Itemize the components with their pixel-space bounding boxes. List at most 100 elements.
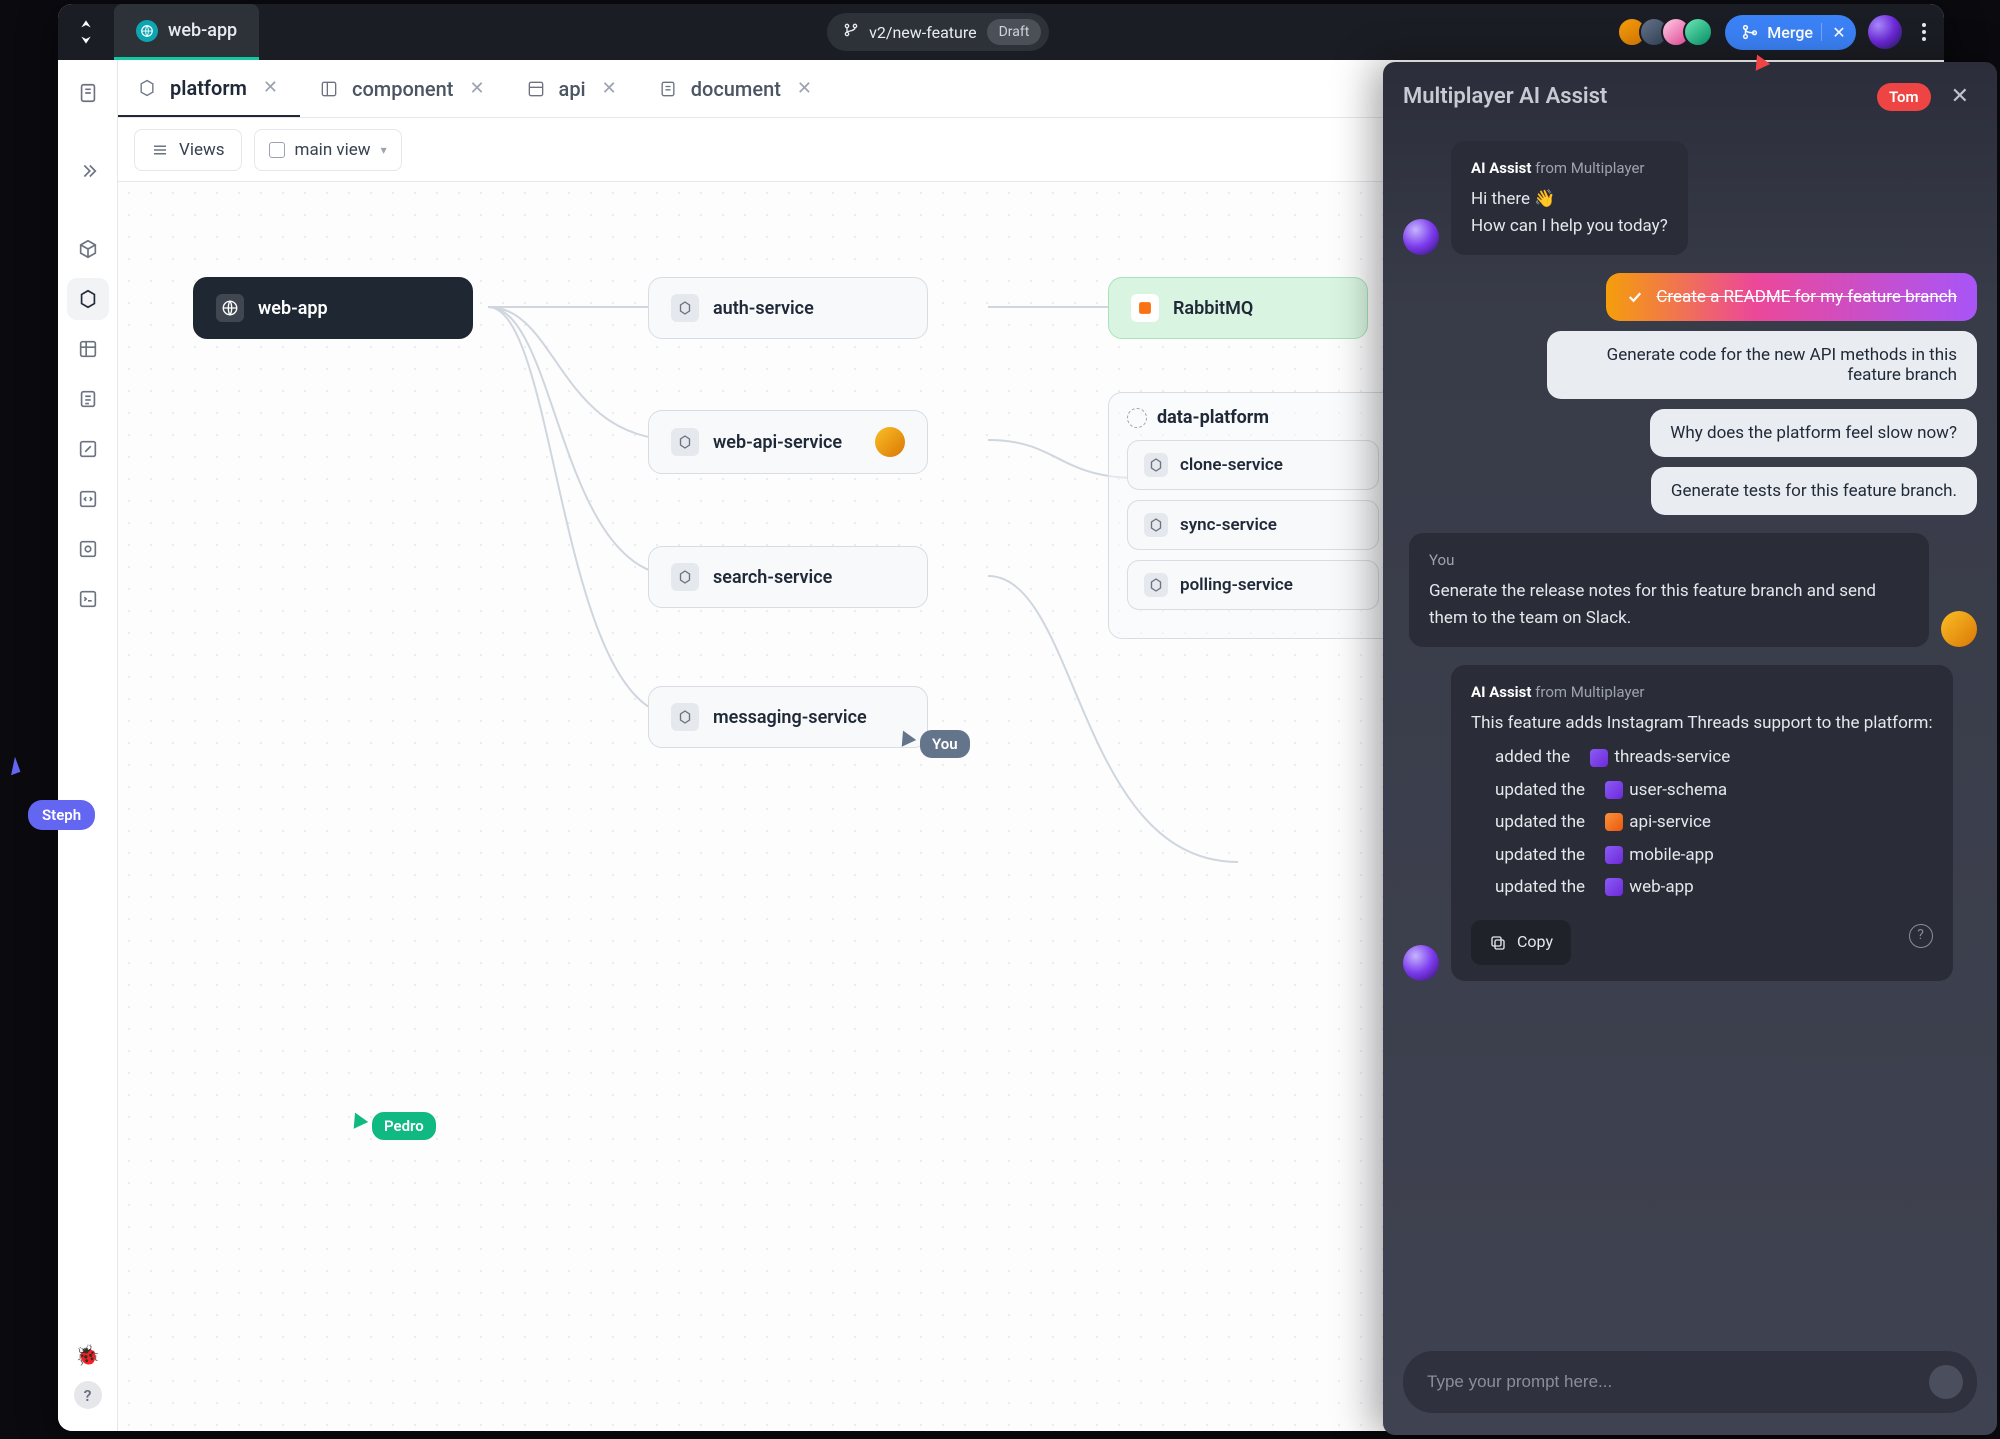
cursor-label: You (920, 730, 970, 758)
node-label: search-service (713, 567, 832, 588)
send-button[interactable] (1929, 1365, 1963, 1399)
prompt-input[interactable] (1427, 1372, 1929, 1392)
app-tab[interactable]: web-app (114, 4, 259, 60)
app-tab-title: web-app (168, 20, 237, 41)
rail-component-icon[interactable] (67, 328, 109, 370)
service-icon (1144, 453, 1168, 477)
rail-hexagon-icon[interactable] (67, 278, 109, 320)
chip-label: Create a README for my feature branch (1656, 287, 1957, 307)
file-tab-api[interactable]: api ✕ (507, 60, 639, 117)
node-polling-service[interactable]: polling-service (1127, 560, 1379, 610)
branch-name: v2/new-feature (869, 23, 976, 42)
node-auth-service[interactable]: auth-service (648, 277, 928, 339)
node-clone-service[interactable]: clone-service (1127, 440, 1379, 490)
close-icon[interactable]: ✕ (793, 74, 816, 103)
close-icon[interactable]: ✕ (465, 74, 488, 103)
file-tab-document[interactable]: document ✕ (639, 60, 834, 117)
app-logo-icon[interactable] (68, 14, 104, 50)
globe-icon (216, 294, 244, 322)
chip-label: Generate code for the new API methods in… (1607, 345, 1957, 385)
from-name: AI Assist (1471, 683, 1531, 701)
file-icon (1605, 781, 1623, 799)
release-item: updated the web-app (1495, 874, 1933, 900)
service-icon (671, 428, 699, 456)
file-icon (1590, 749, 1608, 767)
service-icon (671, 703, 699, 731)
from-suffix: from Multiplayer (1535, 159, 1644, 177)
avatar[interactable] (1683, 17, 1713, 47)
node-label: web-app (258, 298, 328, 319)
node-search-service[interactable]: search-service (648, 546, 928, 608)
node-sync-service[interactable]: sync-service (1127, 500, 1379, 550)
cursor-pedro: Pedro (350, 1112, 436, 1140)
merge-button[interactable]: Merge ✕ (1725, 15, 1856, 50)
file-icon (1605, 813, 1623, 831)
views-label: Views (179, 140, 225, 160)
help-icon[interactable]: ? (74, 1381, 102, 1409)
group-label: data-platform (1157, 407, 1269, 428)
file-tab-platform[interactable]: platform ✕ (118, 60, 300, 117)
file-icon (1605, 846, 1623, 864)
rail-cube-icon[interactable] (67, 228, 109, 270)
collaborator-avatars[interactable] (1617, 17, 1713, 47)
views-button[interactable]: Views (134, 129, 242, 171)
group-icon (1127, 408, 1147, 428)
service-icon (1144, 513, 1168, 537)
msg-line: Hi there 👋 (1471, 186, 1668, 212)
help-icon[interactable]: ? (1909, 924, 1933, 948)
group-data-platform[interactable]: data-platform clone-service sync-service… (1108, 392, 1398, 639)
file-tab-component[interactable]: component ✕ (300, 60, 507, 117)
rail-document-icon[interactable] (67, 72, 109, 114)
close-icon[interactable]: ✕ (1830, 23, 1848, 41)
suggestion-chip[interactable]: Why does the platform feel slow now? (1650, 409, 1977, 457)
suggestion-chip[interactable]: Generate code for the new API methods in… (1547, 331, 1977, 399)
rail-expand-icon[interactable] (67, 150, 109, 192)
file-tab-label: component (352, 77, 453, 101)
rail-edit-icon[interactable] (67, 428, 109, 470)
more-menu-icon[interactable] (1914, 23, 1934, 41)
node-label: sync-service (1180, 515, 1277, 535)
ai-avatar-icon (1403, 219, 1439, 255)
suggestion-completed[interactable]: Create a README for my feature branch (1606, 273, 1977, 321)
suggestion-chip[interactable]: Generate tests for this feature branch. (1651, 467, 1977, 515)
rabbitmq-icon (1131, 294, 1159, 322)
from-you: You (1429, 549, 1909, 572)
close-icon[interactable]: ✕ (259, 73, 282, 102)
file-tab-label: api (559, 77, 586, 101)
service-icon (671, 563, 699, 591)
node-web-app[interactable]: web-app (193, 277, 473, 339)
rail-settings-icon[interactable] (67, 528, 109, 570)
profile-avatar[interactable] (1868, 15, 1902, 49)
close-icon[interactable]: ✕ (598, 74, 621, 103)
node-label: polling-service (1180, 575, 1293, 595)
node-label: RabbitMQ (1173, 298, 1253, 319)
branch-selector[interactable]: v2/new-feature Draft (827, 13, 1049, 51)
bug-icon[interactable]: 🐞 (75, 1343, 100, 1367)
ai-message: AI Assist from Multiplayer Hi there 👋 Ho… (1451, 141, 1688, 255)
release-item: updated the user-schema (1495, 777, 1933, 803)
cursor-label: Pedro (372, 1112, 436, 1140)
node-web-api-service[interactable]: web-api-service (648, 410, 928, 474)
file-tab-label: document (691, 77, 781, 101)
cursor-tom-pointer (1752, 54, 1768, 68)
copy-label: Copy (1517, 930, 1553, 955)
copy-button[interactable]: Copy (1471, 920, 1571, 965)
rail-terminal-icon[interactable] (67, 578, 109, 620)
close-icon[interactable]: ✕ (1943, 80, 1977, 113)
cursor-label: Steph (28, 800, 95, 830)
rail-code-icon[interactable] (67, 478, 109, 520)
node-label: auth-service (713, 298, 814, 319)
node-label: clone-service (1180, 455, 1283, 475)
branch-icon (843, 22, 859, 42)
node-rabbitmq[interactable]: RabbitMQ (1108, 277, 1368, 339)
release-item: updated the mobile-app (1495, 842, 1933, 868)
service-icon (1144, 573, 1168, 597)
rail-page-icon[interactable] (67, 378, 109, 420)
msg-line: How can I help you today? (1471, 213, 1668, 239)
node-messaging-service[interactable]: messaging-service (648, 686, 928, 748)
user-avatar-icon (1941, 611, 1977, 647)
msg-text: Generate the release notes for this feat… (1429, 578, 1909, 631)
hexagon-icon (136, 77, 158, 99)
view-selector[interactable]: main view ▾ (254, 129, 402, 171)
component-icon (318, 78, 340, 100)
